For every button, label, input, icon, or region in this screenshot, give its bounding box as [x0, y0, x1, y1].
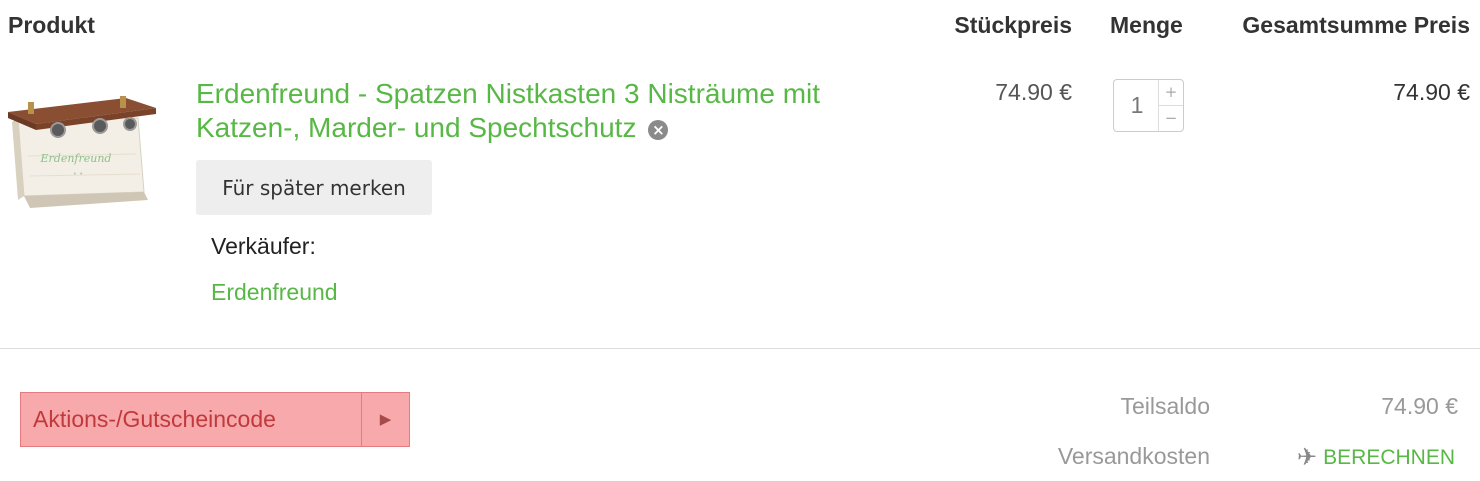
- header-unit-price: Stückpreis: [954, 12, 1072, 38]
- product-image-logo-text: Erdenfreund: [40, 152, 112, 165]
- subtotal-label: Teilsaldo: [1120, 393, 1211, 419]
- product-title[interactable]: Erdenfreund - Spatzen Nistkasten 3 Nistr…: [196, 78, 820, 143]
- product-image[interactable]: Erdenfreund • •: [8, 96, 156, 212]
- header-total-price: Gesamtsumme Preis: [1242, 12, 1470, 38]
- remove-circle-icon[interactable]: ×: [648, 120, 669, 140]
- quantity-increase-button[interactable]: +: [1159, 80, 1183, 106]
- quantity-stepper[interactable]: 1 + −: [1113, 79, 1184, 132]
- shipping-cost-label: Versandkosten: [1057, 443, 1210, 469]
- header-product: Produkt: [8, 12, 95, 38]
- section-divider: [0, 348, 1480, 349]
- subtotal-value: 74.90 €: [1381, 393, 1458, 419]
- seller-name-link[interactable]: Erdenfreund: [211, 279, 338, 306]
- seller-label: Verkäufer:: [211, 233, 316, 259]
- coupon-code-input[interactable]: [21, 393, 361, 446]
- calculate-shipping-link[interactable]: ✈ BERECHNEN: [1297, 443, 1455, 471]
- save-for-later-button[interactable]: Für später merken: [196, 160, 432, 215]
- unit-price: 74.90 €: [995, 79, 1072, 105]
- coupon-form: ▶: [20, 392, 410, 447]
- header-quantity: Menge: [1110, 12, 1183, 38]
- line-total-price: 74.90 €: [1393, 79, 1470, 105]
- product-title-link[interactable]: Erdenfreund - Spatzen Nistkasten 3 Nistr…: [196, 77, 916, 145]
- play-arrow-icon[interactable]: ▶: [361, 393, 409, 446]
- airplane-icon: ✈: [1297, 443, 1318, 471]
- quantity-value[interactable]: 1: [1114, 80, 1160, 131]
- quantity-buttons: + −: [1158, 80, 1183, 131]
- calculate-shipping-label[interactable]: BERECHNEN: [1323, 446, 1455, 469]
- quantity-decrease-button[interactable]: −: [1159, 106, 1183, 131]
- svg-text:• •: • •: [73, 170, 83, 178]
